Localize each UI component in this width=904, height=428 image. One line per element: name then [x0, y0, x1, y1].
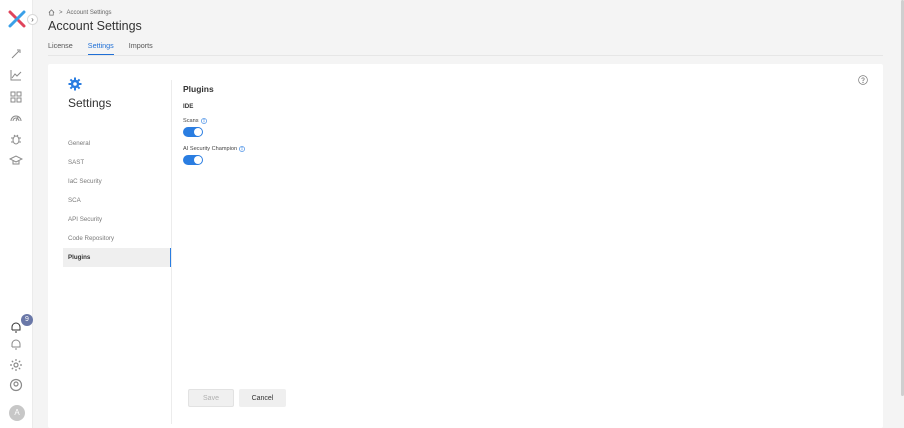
breadcrumb-separator: > — [59, 9, 63, 16]
tab-bar: License Settings Imports — [48, 41, 153, 55]
tab-settings[interactable]: Settings — [87, 41, 114, 55]
ai-security-champion-label: AI Security Champion — [183, 146, 238, 152]
nav-item-code-repository[interactable]: Code Repository — [63, 229, 172, 248]
help-icon[interactable] — [858, 75, 868, 85]
info-icon[interactable] — [200, 118, 207, 124]
rocket-icon[interactable] — [9, 47, 23, 61]
ai-security-champion-option-label: AI Security Champion — [183, 146, 246, 152]
settings-gear-icon — [68, 77, 82, 91]
settings-heading: Settings — [68, 96, 112, 110]
settings-gear-icon[interactable] — [9, 358, 23, 372]
breadcrumb-current: Account Settings — [66, 9, 112, 16]
toggle-knob — [194, 156, 202, 164]
info-icon[interactable] — [239, 146, 246, 152]
avatar[interactable]: A — [9, 405, 25, 421]
breadcrumb: > Account Settings — [48, 9, 112, 16]
ai-security-champion-toggle[interactable] — [183, 155, 203, 165]
rail-expand-button[interactable]: › — [27, 14, 38, 25]
plugins-title: Plugins — [183, 84, 214, 94]
tab-imports[interactable]: Imports — [129, 41, 153, 55]
nav-item-sast[interactable]: SAST — [63, 153, 172, 172]
nav-item-iac-security[interactable]: IaC Security — [63, 172, 172, 191]
notification-count-badge: 9 — [21, 314, 33, 326]
tab-license[interactable]: License — [48, 41, 73, 55]
cancel-button[interactable]: Cancel — [239, 389, 286, 407]
bug-icon[interactable] — [9, 132, 23, 146]
scans-option-label: Scans — [183, 118, 245, 124]
save-button[interactable]: Save — [188, 389, 234, 407]
page-title: Account Settings — [48, 19, 142, 33]
user-circle-icon[interactable] — [9, 378, 23, 392]
dashboard-icon[interactable] — [9, 90, 23, 104]
scans-toggle[interactable] — [183, 127, 203, 137]
home-icon[interactable] — [48, 9, 55, 16]
left-rail: › 9 A — [0, 0, 38, 428]
header-divider — [48, 55, 883, 56]
settings-nav: General SAST IaC Security SCA API Securi… — [63, 134, 172, 267]
panel-divider — [171, 80, 172, 424]
alerts-bell-icon[interactable] — [9, 337, 23, 351]
scans-label: Scans — [183, 118, 199, 124]
nav-item-general[interactable]: General — [63, 134, 172, 153]
nav-item-plugins[interactable]: Plugins — [63, 248, 172, 267]
toggle-knob — [194, 128, 202, 136]
ide-section-label: IDE — [183, 103, 194, 110]
radar-icon[interactable] — [9, 111, 23, 125]
nav-item-sca[interactable]: SCA — [63, 191, 172, 210]
nav-item-api-security[interactable]: API Security — [63, 210, 172, 229]
settings-card: Settings General SAST IaC Security SCA A… — [48, 64, 883, 428]
line-chart-icon[interactable] — [9, 68, 23, 82]
graduation-cap-icon[interactable] — [9, 153, 23, 167]
plugins-content: Plugins IDE Scans AI Security Champion — [183, 84, 246, 165]
logo-icon[interactable] — [8, 10, 26, 28]
